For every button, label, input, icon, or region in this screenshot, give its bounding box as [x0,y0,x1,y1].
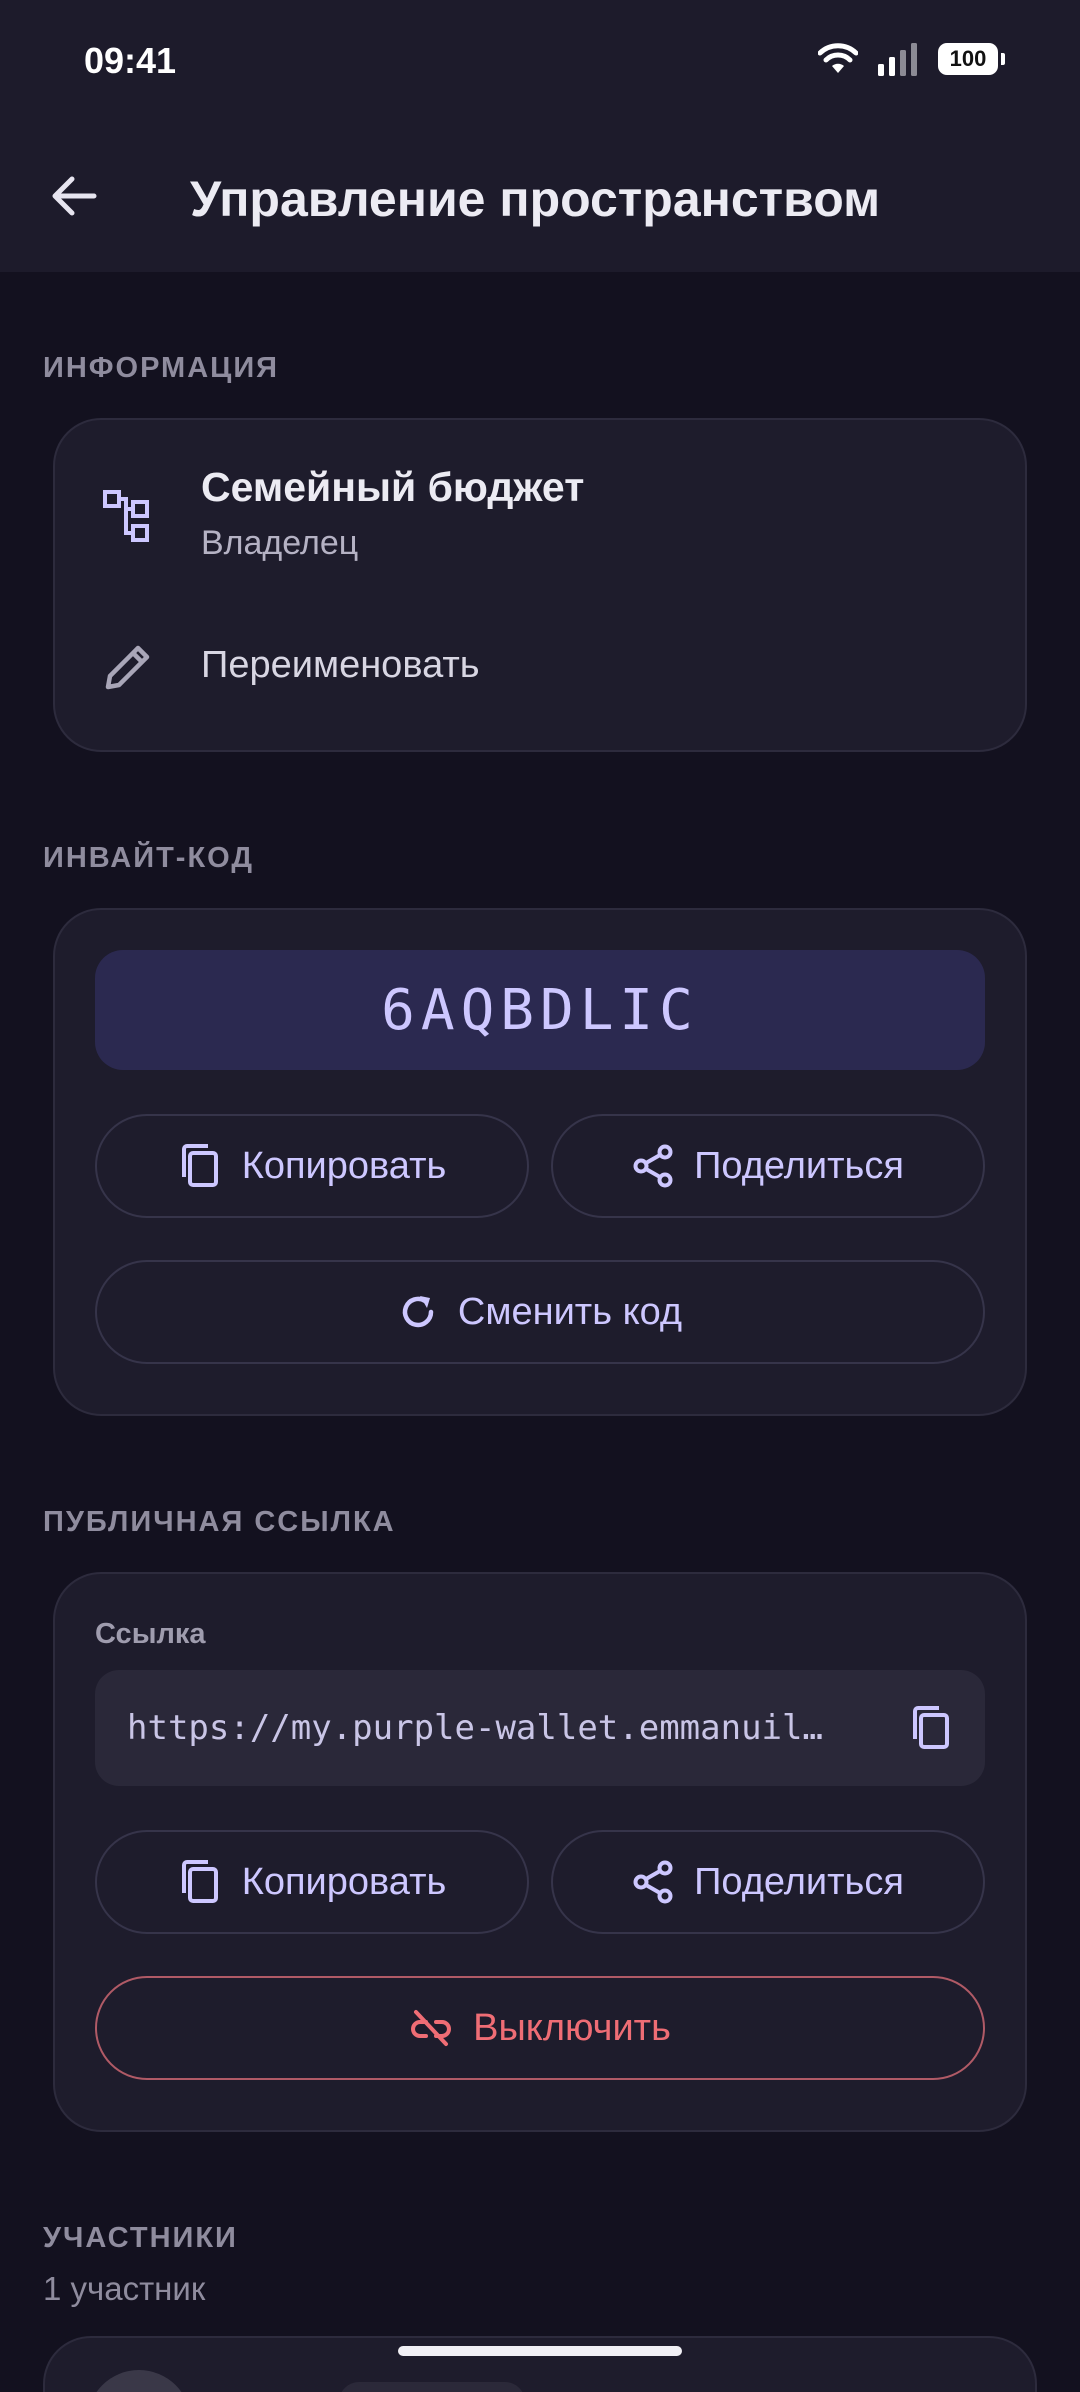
link-copy-button[interactable]: Копировать [95,1830,529,1934]
invite-share-label: Поделиться [694,1144,904,1187]
public-link-url: https://my.purple-wallet.emmanuil… [127,1708,823,1748]
link-copy-label: Копировать [241,1860,447,1903]
link-share-button[interactable]: Поделиться [551,1830,985,1934]
member-role-badge [339,2382,525,2392]
signal-icon [878,43,917,76]
status-icons: 100 [818,42,1005,76]
share-icon [633,1860,673,1904]
disable-link-button[interactable]: Выключить [95,1976,985,2080]
wifi-icon [818,43,858,73]
copy-icon [181,1860,218,1903]
invite-copy-button[interactable]: Копировать [95,1114,529,1218]
share-icon [633,1144,673,1188]
pencil-icon [99,636,159,696]
section-label-members: УЧАСТНИКИ [43,2222,238,2254]
copy-icon [913,1706,949,1749]
link-field-label: Ссылка [95,1618,206,1650]
regenerate-code-button[interactable]: Сменить код [95,1260,985,1364]
disable-link-label: Выключить [473,2006,671,2049]
member-list-item[interactable] [43,2336,1037,2392]
copy-icon [181,1144,218,1187]
back-button[interactable] [40,162,108,230]
invite-card: 6AQBDLIC Копировать Поделиться Сменить к… [53,908,1027,1416]
battery-icon: 100 [938,43,1005,75]
link-off-icon [411,2010,452,2046]
members-count: 1 участник [43,2270,206,2307]
section-label-info: ИНФОРМАЦИЯ [43,352,280,384]
link-share-label: Поделиться [694,1860,904,1903]
space-name: Семейный бюджет [201,464,585,510]
top-app-bar: 09:41 100 Управление пространством [0,0,1080,272]
space-role: Владелец [201,524,359,562]
page-title: Управление пространством [190,171,881,227]
public-link-field[interactable]: https://my.purple-wallet.emmanuil… [95,1670,985,1786]
invite-copy-label: Копировать [241,1144,447,1187]
link-field-copy-button[interactable] [905,1702,957,1754]
arrow-left-icon [52,176,97,216]
tree-structure-icon [99,486,159,546]
info-card: Семейный бюджет Владелец Переименовать [53,418,1027,752]
invite-share-button[interactable]: Поделиться [551,1114,985,1218]
home-indicator[interactable] [398,2346,682,2356]
rename-row[interactable]: Переименовать [55,630,1025,730]
section-label-public-link: ПУБЛИЧНАЯ ССЫЛКА [43,1506,396,1538]
regenerate-code-label: Сменить код [457,1290,683,1333]
public-link-card: Ссылка https://my.purple-wallet.emmanuil… [53,1572,1027,2132]
avatar [87,2370,191,2392]
refresh-icon [402,1296,434,1328]
rename-label: Переименовать [201,644,480,686]
status-time: 09:41 [84,40,177,81]
space-management-screen: 09:41 100 Управление пространством ИНФОР… [0,0,1080,2392]
section-label-invite: ИНВАЙТ-КОД [43,842,254,874]
invite-code: 6AQBDLIC [95,950,985,1070]
